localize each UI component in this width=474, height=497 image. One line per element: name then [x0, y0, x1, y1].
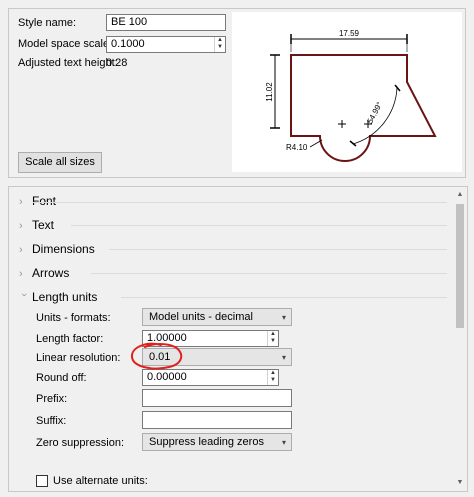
length-factor-label: Length factor: — [36, 333, 104, 345]
zero-suppression-label: Zero suppression: — [36, 437, 125, 449]
adjusted-text-height-value: 0.28 — [106, 57, 128, 69]
angle-tick-top — [394, 84, 401, 92]
dim-horizontal-text: 17.59 — [339, 29, 360, 38]
section-text-label: Text — [32, 218, 55, 232]
units-formats-value: Model units - decimal — [149, 311, 253, 323]
scrollbar-thumb[interactable] — [456, 204, 464, 328]
section-dimensions-label: Dimensions — [32, 242, 95, 256]
use-alternate-units-checkbox[interactable] — [36, 475, 48, 487]
style-name-label: Style name: — [18, 17, 77, 29]
scale-all-sizes-button[interactable]: Scale all sizes — [18, 152, 102, 173]
chevron-right-icon: › — [19, 196, 23, 208]
style-header-panel: Style name: BE 100 Model space scale: 0.… — [0, 0, 474, 180]
zero-suppression-value: Suppress leading zeros — [149, 436, 264, 448]
chevron-down-icon: ▾ — [281, 438, 286, 447]
red-annotation-stroke — [131, 342, 183, 370]
section-divider — [91, 273, 447, 274]
spin-up-icon[interactable]: ▲ — [216, 37, 224, 44]
section-font-label: Font — [32, 194, 57, 208]
length-factor-spinner[interactable]: ▲ ▼ — [267, 331, 278, 346]
section-arrows-label: Arrows — [32, 266, 70, 280]
prefix-input[interactable] — [142, 389, 292, 407]
suffix-input[interactable] — [142, 411, 292, 429]
units-formats-select[interactable]: Model units - decimal ▾ — [142, 308, 292, 326]
section-dimensions[interactable]: › Dimensions — [19, 242, 95, 256]
section-arrows[interactable]: › Arrows — [19, 266, 69, 280]
model-space-scale-value: 0.1000 — [111, 38, 145, 50]
section-length-units[interactable]: › Length units — [18, 290, 98, 304]
section-divider — [109, 249, 447, 250]
adjusted-text-height-label: Adjusted text height: — [18, 57, 118, 69]
vertical-scrollbar[interactable]: ▲ ▼ — [454, 187, 466, 491]
zero-suppression-select[interactable]: Suppress leading zeros ▾ — [142, 433, 292, 451]
model-space-scale-label: Model space scale: — [18, 38, 113, 50]
chevron-right-icon: › — [19, 268, 23, 280]
spin-up-icon[interactable]: ▲ — [269, 331, 277, 338]
chevron-down-icon: › — [18, 293, 30, 297]
scroll-up-icon[interactable]: ▲ — [454, 189, 466, 201]
spin-up-icon[interactable]: ▲ — [269, 370, 277, 377]
chevron-right-icon: › — [19, 220, 23, 232]
section-length-units-label: Length units — [32, 290, 98, 304]
section-font[interactable]: › Font — [19, 194, 56, 208]
scroll-down-icon[interactable]: ▼ — [454, 477, 466, 489]
chevron-down-icon: ▾ — [281, 353, 286, 362]
model-space-scale-input[interactable]: 0.1000 — [106, 36, 226, 53]
hand-drawn-circle-annotation — [131, 342, 183, 370]
preview-drawing: 17.59 11.02 54.99° R4.10 — [265, 29, 437, 162]
spin-down-icon[interactable]: ▼ — [269, 377, 277, 384]
units-formats-label: Units - formats: — [36, 312, 111, 324]
chevron-down-icon: ▾ — [281, 313, 286, 322]
suffix-label: Suffix: — [36, 415, 67, 427]
spin-down-icon[interactable]: ▼ — [216, 44, 224, 51]
style-name-input[interactable]: BE 100 — [106, 14, 226, 31]
dim-vertical-text: 11.02 — [265, 82, 274, 102]
dimension-style-preview: 17.59 11.02 54.99° R4.10 — [232, 12, 462, 172]
style-properties-panel: › Font › Text › Dimensions › Arrows › Length … — [8, 186, 468, 492]
linear-resolution-label: Linear resolution: — [36, 352, 121, 364]
round-off-spinner[interactable]: ▲ ▼ — [267, 370, 278, 385]
round-off-label: Round off: — [36, 372, 87, 384]
section-divider — [121, 297, 447, 298]
section-text[interactable]: › Text — [19, 218, 54, 232]
use-alternate-units-label: Use alternate units: — [53, 475, 148, 487]
model-space-scale-spinner[interactable]: ▲ ▼ — [214, 37, 225, 52]
prefix-label: Prefix: — [36, 393, 68, 405]
chevron-right-icon: › — [19, 244, 23, 256]
dim-radius-text: R4.10 — [286, 143, 308, 152]
section-divider — [71, 225, 447, 226]
section-divider — [33, 202, 447, 203]
spin-down-icon[interactable]: ▼ — [269, 338, 277, 345]
